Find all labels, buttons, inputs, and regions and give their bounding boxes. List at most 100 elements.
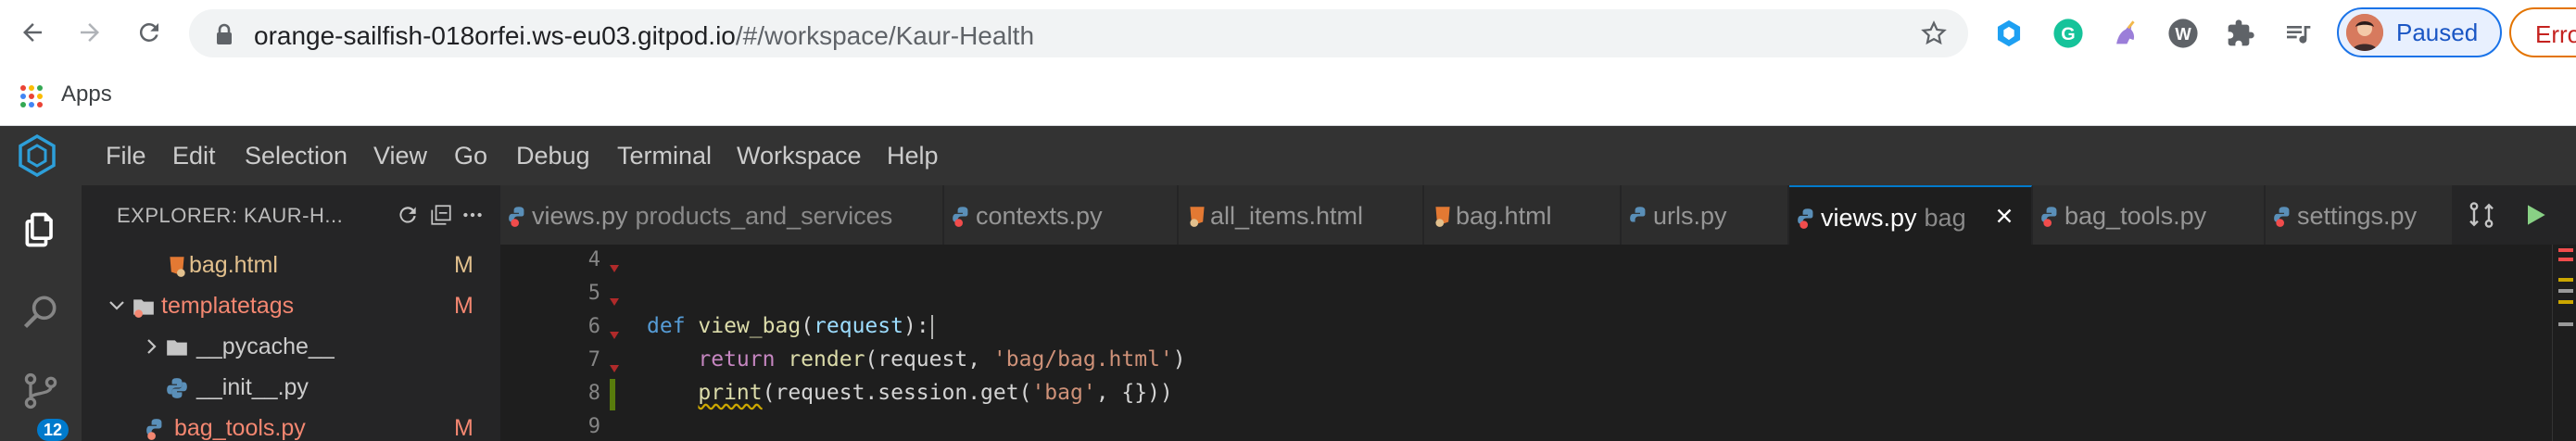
tab-all-items[interactable]: all_items.html	[1179, 185, 1423, 245]
collapse-all-icon[interactable]	[426, 200, 456, 230]
close-icon[interactable]	[1992, 204, 2016, 228]
tab-description: bag	[1924, 204, 1966, 232]
punct-token: )	[1172, 347, 1186, 372]
code-line: 7 return render(request, 'bag/bag.html')	[500, 345, 2539, 378]
line-number: 4	[587, 248, 600, 271]
tree-item-label: bag.html	[189, 252, 278, 278]
tab-urls[interactable]: urls.py	[1622, 185, 1788, 245]
menu-workspace[interactable]: Workspace	[737, 142, 862, 170]
tab-label: settings.py	[2297, 202, 2418, 230]
profile-button[interactable]: Paused	[2337, 7, 2502, 57]
menu-debug[interactable]: Debug	[516, 142, 590, 170]
punct-token: (	[801, 314, 814, 338]
breakpoint-marker	[610, 298, 619, 306]
function-token: print	[698, 381, 763, 405]
error-marker	[2558, 248, 2573, 252]
run-play-icon[interactable]	[2520, 200, 2550, 230]
refresh-icon[interactable]	[393, 200, 423, 230]
html-icon	[1435, 207, 1450, 227]
indent-token	[647, 347, 698, 372]
tab-contexts[interactable]: contexts.py	[944, 185, 1178, 245]
bookmark-star-icon[interactable]	[1920, 19, 1948, 47]
search-icon[interactable]	[17, 287, 65, 335]
explorer-files-icon[interactable]	[17, 206, 65, 254]
git-status-badge: M	[454, 252, 474, 278]
menu-terminal[interactable]: Terminal	[617, 142, 712, 170]
tab-label: bag_tools.py	[2065, 202, 2207, 230]
extension-grammarly-icon[interactable]: G	[2050, 15, 2087, 52]
profile-status: Paused	[2396, 18, 2479, 46]
tab-label: views.py bag	[1821, 204, 1966, 233]
menu-selection[interactable]: Selection	[245, 142, 347, 170]
line-number: 6	[587, 315, 600, 338]
extension-w-icon[interactable]: W	[2165, 15, 2202, 52]
tab-views-products[interactable]: views.py products_and_services	[500, 185, 943, 245]
python-icon	[1630, 207, 1646, 222]
tab-bag-html[interactable]: bag.html	[1424, 185, 1621, 245]
svg-text:W: W	[2175, 24, 2191, 44]
chevron-down-icon	[109, 301, 124, 310]
error-label: Error	[2535, 20, 2576, 48]
open-changes-icon[interactable]	[2467, 200, 2496, 230]
source-control-icon[interactable]	[17, 367, 65, 415]
error-button[interactable]: Error	[2509, 7, 2576, 57]
keyword-token: return	[698, 347, 776, 372]
tab-label: all_items.html	[1210, 202, 1364, 230]
code-text: def view_bag(request):	[647, 314, 933, 339]
theia-logo-icon	[19, 133, 56, 178]
menu-view[interactable]: View	[373, 142, 427, 170]
reload-button[interactable]	[130, 13, 169, 52]
forward-button[interactable]	[70, 13, 109, 52]
activity-bar: 12	[0, 185, 82, 441]
back-button[interactable]	[13, 13, 52, 52]
python-icon	[2274, 207, 2290, 227]
extensions-puzzle-icon[interactable]	[2222, 15, 2259, 52]
menu-file[interactable]: File	[106, 142, 146, 170]
tree-item-bag-html[interactable]: bag.html M	[82, 245, 500, 285]
code-line: 9	[500, 411, 2539, 441]
url-path: /#/workspace/Kaur-Health	[735, 21, 1035, 50]
warning-marker	[2558, 300, 2573, 304]
tab-filename: views.py	[1821, 204, 1917, 232]
apps-grid-icon[interactable]	[20, 85, 43, 107]
tab-views-bag[interactable]: views.py bag	[1789, 185, 2032, 245]
code-line: 5	[500, 278, 2539, 311]
warning-marker	[2558, 278, 2573, 282]
tab-bag-tools[interactable]: bag_tools.py	[2033, 185, 2265, 245]
args-token: (request,	[865, 347, 993, 372]
apps-bookmark[interactable]: Apps	[61, 82, 112, 107]
punct-token: ):	[903, 314, 929, 338]
code-line: 8 print(request.session.get('bag', {}))	[500, 378, 2539, 411]
arrow-right-icon	[81, 23, 99, 42]
breakpoint-marker	[610, 265, 619, 272]
extension-gitpod-icon[interactable]	[1990, 15, 2027, 52]
more-actions-icon[interactable]	[458, 200, 487, 230]
chevron-right-icon	[147, 339, 157, 354]
source-control-badge: 12	[37, 419, 69, 441]
tree-item-init-py[interactable]: __init__.py	[82, 367, 500, 408]
folder-icon	[167, 340, 187, 356]
code-editor[interactable]: 4 5 6 def view_bag(request): 7 return re…	[500, 245, 2576, 441]
menu-go[interactable]: Go	[454, 142, 487, 170]
tab-description: products_and_services	[635, 202, 893, 230]
media-controls-icon[interactable]	[2279, 15, 2317, 52]
line-number: 7	[587, 348, 600, 372]
html-icon	[170, 257, 185, 277]
keyword-token: def	[647, 314, 686, 338]
tree-item-bag-tools-py[interactable]: bag_tools.py M	[82, 408, 500, 441]
punct-token: , {}))	[1095, 381, 1173, 405]
python-icon	[953, 207, 968, 227]
code-line: 6 def view_bag(request):	[500, 311, 2539, 345]
address-bar[interactable]: orange-sailfish-018orfei.ws-eu03.gitpod.…	[189, 9, 1968, 57]
indent-token	[647, 381, 698, 405]
text-cursor	[930, 314, 933, 339]
tab-label: urls.py	[1653, 202, 1727, 230]
python-icon	[146, 419, 162, 440]
menu-help[interactable]: Help	[887, 142, 939, 170]
menu-edit[interactable]: Edit	[172, 142, 216, 170]
tab-label: views.py products_and_services	[532, 202, 892, 231]
tree-item-pycache[interactable]: __pycache__	[82, 326, 500, 367]
overview-ruler[interactable]	[2552, 245, 2576, 441]
extension-unicorn-icon[interactable]	[2107, 15, 2144, 52]
tree-item-templatetags[interactable]: templatetags M	[82, 285, 500, 326]
